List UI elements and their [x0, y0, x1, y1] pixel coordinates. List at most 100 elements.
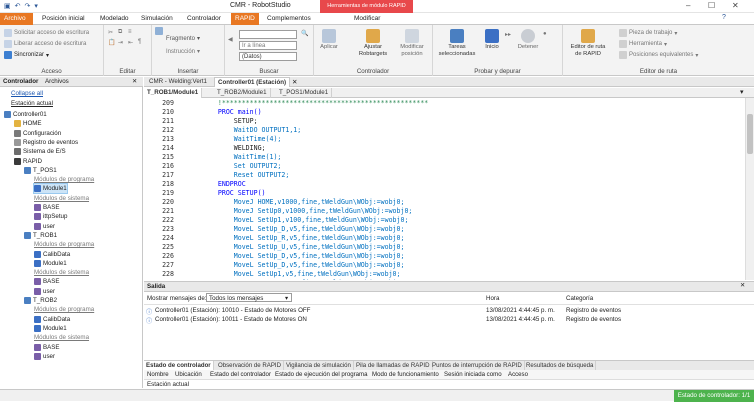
- detener-button[interactable]: Detener: [515, 29, 541, 51]
- status-row[interactable]: Estación actual: [147, 381, 189, 388]
- tareas-seleccionadas-button[interactable]: Tareas seleccionadas: [437, 29, 477, 58]
- doctab-controller[interactable]: Controller01 (Estación): [214, 77, 291, 87]
- code-line[interactable]: 221 MoveJ SetUp0,v1000,fine,tWeldGun\WOb…: [144, 207, 744, 216]
- code-line[interactable]: 210 PROC main(): [144, 108, 744, 117]
- tree-node[interactable]: CalibData: [34, 250, 70, 259]
- redo-icon[interactable]: ↷: [25, 2, 31, 10]
- goto-line-icon[interactable]: ◀: [228, 36, 233, 43]
- ajustar-robtargets-button[interactable]: Ajustar Robtargets: [356, 29, 390, 58]
- tree-node[interactable]: T_ROB2: [24, 296, 57, 305]
- output-row[interactable]: ⓘ Controller01 (Estación): 10010 - Estad…: [144, 306, 754, 316]
- tree-node[interactable]: Module1: [33, 183, 68, 195]
- tree-node[interactable]: ittpSetup: [34, 212, 67, 221]
- herramienta-dropdown[interactable]: Herramienta ▾: [619, 40, 667, 48]
- subtab-menu-icon[interactable]: ▾: [740, 88, 744, 96]
- tree-node[interactable]: Controller01: [4, 110, 47, 119]
- code-line[interactable]: 219 PROC SETUP(): [144, 189, 744, 198]
- output-close-icon[interactable]: ✕: [740, 282, 745, 289]
- subtab-tpos1-module1[interactable]: T_POS1/Module1: [276, 88, 333, 98]
- tree-node[interactable]: Module1: [34, 324, 67, 333]
- tree-node[interactable]: BASE: [34, 343, 60, 352]
- tab-archivos-panel[interactable]: Archivos: [45, 78, 69, 85]
- tree-node[interactable]: Registro de eventos: [14, 138, 78, 147]
- message-filter-select[interactable]: Todos los mensajes ▾: [206, 293, 292, 302]
- tree-node[interactable]: Sistema de E/S: [14, 147, 66, 156]
- doctab-station[interactable]: CMR - Welding:Vert1: [146, 77, 210, 87]
- col-estado-controlador[interactable]: Estado del controlador: [210, 371, 271, 378]
- col-acceso[interactable]: Acceso: [508, 371, 528, 378]
- code-line[interactable]: 222 MoveL SetUp1,v100,fine,tWeldGun\WObj…: [144, 216, 744, 225]
- doctab-close-icon[interactable]: ✕: [292, 78, 297, 86]
- outdent-icon[interactable]: ⇤: [128, 39, 133, 46]
- comment-icon[interactable]: ≡: [128, 29, 132, 35]
- help-icon[interactable]: ?: [722, 14, 726, 21]
- code-line[interactable]: 229 MoveL SetUp_L,v5,fine,tWeldGun\WObj:…: [144, 279, 744, 280]
- fragmento-dropdown[interactable]: Fragmento ▾: [166, 35, 200, 43]
- tab-controlador[interactable]: Controlador: [183, 13, 225, 25]
- tree-node[interactable]: HOME: [14, 119, 42, 128]
- code-line[interactable]: 212 WaitDO OUTPUT1,1;: [144, 126, 744, 135]
- code-line[interactable]: 211 SETUP;: [144, 117, 744, 126]
- undo-icon[interactable]: ↶: [15, 2, 21, 10]
- code-line[interactable]: 227 MoveL SetUp_D,v5,fine,tWeldGun\WObj:…: [144, 261, 744, 270]
- customize-icon[interactable]: ▾: [34, 2, 38, 10]
- minimize-icon[interactable]: –: [686, 1, 690, 10]
- copy-icon[interactable]: ⧉: [118, 29, 122, 36]
- col-estado-ejecucion[interactable]: Estado de ejecución del programa: [275, 371, 367, 378]
- col-ubicacion[interactable]: Ubicación: [175, 371, 202, 378]
- aplicar-button[interactable]: Aplicar: [316, 29, 342, 51]
- col-modo[interactable]: Modo de funcionamiento: [372, 371, 439, 378]
- pieza-trabajo-dropdown[interactable]: Pieza de trabajo ▾: [619, 29, 677, 37]
- tree-node[interactable]: BASE: [34, 203, 60, 212]
- code-line[interactable]: 216 Set OUTPUT2;: [144, 162, 744, 171]
- panel-close-icon[interactable]: ✕: [132, 78, 137, 85]
- tree-node[interactable]: BASE: [34, 277, 60, 286]
- scrollbar-thumb[interactable]: [747, 114, 753, 154]
- output-row[interactable]: ⓘ Controller01 (Estación): 10011 - Estad…: [144, 315, 754, 325]
- paste-icon[interactable]: 📋: [108, 39, 115, 46]
- subtab-trob2-module1[interactable]: T_ROB2/Module1: [214, 88, 271, 98]
- step-icon[interactable]: ▸▸: [505, 31, 511, 38]
- tree-node[interactable]: Configuración: [14, 129, 61, 138]
- code-line[interactable]: 223 MoveL SetUp_D,v5,fine,tWeldGun\WObj:…: [144, 225, 744, 234]
- tree-node[interactable]: T_ROB1: [24, 231, 57, 240]
- inicio-button[interactable]: Inicio: [481, 29, 503, 51]
- code-line[interactable]: 226 MoveL SetUp_D,v5,fine,tWeldGun\WObj:…: [144, 252, 744, 261]
- tree-node[interactable]: T_POS1: [24, 166, 57, 175]
- code-line[interactable]: 220 MoveJ HOME,v1000,fine,tWeldGun\WObj:…: [144, 198, 744, 207]
- editor-vertical-scrollbar[interactable]: [745, 98, 754, 280]
- tree-node[interactable]: CalibData: [34, 315, 70, 324]
- request-write-access[interactable]: Solicitar acceso de escritura: [4, 29, 89, 37]
- tab-modelado[interactable]: Modelado: [96, 13, 133, 25]
- subtab-trob1-module1[interactable]: T_ROB1/Module1: [144, 88, 203, 98]
- editor-ruta-rapid-button[interactable]: Editor de ruta de RAPID: [569, 29, 607, 58]
- close-icon[interactable]: ✕: [732, 1, 739, 10]
- search-combo[interactable]: [239, 30, 297, 39]
- code-line[interactable]: 225 MoveL SetUp_U,v5,fine,tWeldGun\WObj:…: [144, 243, 744, 252]
- data-combo[interactable]: (Datos): [239, 52, 297, 61]
- format-icon[interactable]: ¶: [138, 39, 141, 45]
- tab-modificar[interactable]: Modificar: [350, 13, 384, 25]
- code-line[interactable]: 224 MoveL SetUp_R,v5,fine,tWeldGun\WObj:…: [144, 234, 744, 243]
- breakpoint-icon[interactable]: ●: [543, 31, 547, 37]
- tree-node[interactable]: Module1: [34, 259, 67, 268]
- code-line[interactable]: 215 WaitTime(1);: [144, 153, 744, 162]
- code-line[interactable]: 209 !***********************************…: [144, 99, 744, 108]
- tab-simulacion[interactable]: Simulación: [137, 13, 177, 25]
- tree-node[interactable]: user: [34, 222, 55, 231]
- modificar-posicion-button[interactable]: Modificar posición: [394, 29, 430, 58]
- tree-node[interactable]: user: [34, 287, 55, 296]
- table-icon[interactable]: [155, 27, 163, 35]
- code-line[interactable]: 214 WELDING;: [144, 144, 744, 153]
- tab-posicion-inicial[interactable]: Posición inicial: [38, 13, 89, 25]
- collapse-all-link[interactable]: Collapse all: [11, 90, 43, 97]
- code-line[interactable]: 217 Reset OUTPUT2;: [144, 171, 744, 180]
- rapid-code-editor[interactable]: 209 !***********************************…: [144, 98, 744, 280]
- code-line[interactable]: 213 WaitTime(4);: [144, 135, 744, 144]
- col-nombre[interactable]: Nombre: [147, 371, 169, 378]
- tab-controlador-panel[interactable]: Controlador: [3, 78, 38, 85]
- goto-line-input[interactable]: Ir a línea: [239, 41, 297, 50]
- find-icon[interactable]: 🔍: [301, 30, 308, 37]
- instruccion-dropdown[interactable]: Instrucción ▾: [166, 48, 200, 56]
- tab-rapid[interactable]: RAPID: [231, 13, 259, 25]
